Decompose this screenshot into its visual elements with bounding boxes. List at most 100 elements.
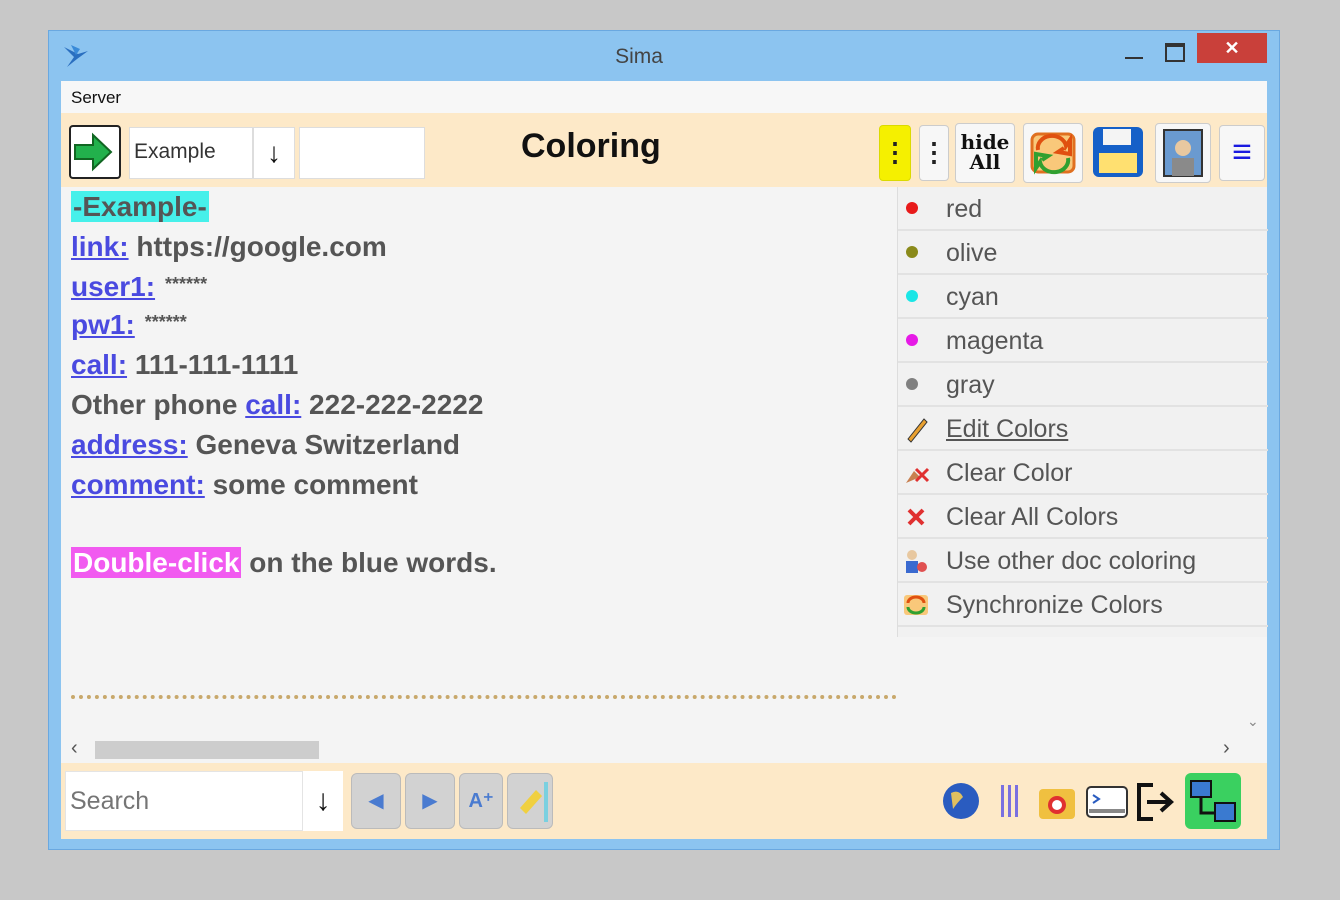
menu-item-label: Synchronize Colors bbox=[946, 591, 1163, 619]
alarm-folder-icon[interactable] bbox=[1033, 773, 1081, 829]
font-size-button[interactable]: A⁺ bbox=[459, 773, 503, 829]
doc-heading: -Example- bbox=[71, 191, 209, 222]
dotted-divider bbox=[71, 695, 897, 699]
network-icon[interactable] bbox=[1185, 773, 1241, 829]
menu-server[interactable]: Server bbox=[71, 88, 121, 108]
user-label[interactable]: user1: bbox=[71, 271, 155, 302]
enter-button[interactable] bbox=[69, 125, 121, 179]
exit-icon[interactable] bbox=[1131, 773, 1179, 829]
scroll-thumb[interactable] bbox=[95, 741, 319, 759]
user-line: user1: ****** bbox=[71, 271, 207, 303]
next-button[interactable]: ▶ bbox=[405, 773, 455, 829]
maximize-button[interactable] bbox=[1159, 39, 1189, 63]
gray-dot-icon bbox=[906, 378, 918, 390]
bottom-toolbar: ↓ ◀ ▶ A⁺ bbox=[61, 763, 1267, 839]
menu-item-label: Use other doc coloring bbox=[946, 547, 1197, 575]
red-dot-icon bbox=[906, 202, 918, 214]
pw-value: ****** bbox=[144, 312, 187, 332]
comment-label[interactable]: comment: bbox=[71, 469, 205, 500]
close-button[interactable]: ✕ bbox=[1197, 33, 1267, 63]
brush-x-icon bbox=[906, 467, 930, 483]
menu-item-label: Clear Color bbox=[946, 459, 1073, 487]
scroll-right-arrow[interactable]: › bbox=[1223, 737, 1230, 760]
menu-item-olive[interactable]: olive bbox=[898, 231, 1268, 275]
menu-item-label: gray bbox=[946, 371, 995, 399]
hide-all-line1: hide bbox=[960, 130, 1010, 154]
link-value: https://google.com bbox=[136, 231, 387, 262]
menu-item-synchronize-colors[interactable]: Synchronize Colors bbox=[898, 583, 1268, 627]
terminal-icon[interactable] bbox=[1083, 773, 1131, 829]
magenta-dot-icon bbox=[906, 334, 918, 346]
minimize-button[interactable] bbox=[1119, 43, 1149, 67]
cyan-dot-icon bbox=[906, 290, 918, 302]
color-menu-button[interactable]: ⋮ bbox=[879, 125, 911, 181]
document-view: -Example- link: https://google.com user1… bbox=[61, 187, 897, 699]
client-area: Server Example ↓ Coloring ⋮ ⋮ hide All ≡… bbox=[61, 81, 1268, 839]
globe-icon[interactable] bbox=[937, 773, 985, 829]
menu-item-gray[interactable]: gray bbox=[898, 363, 1268, 407]
pencil-icon bbox=[907, 418, 928, 443]
person-portrait-icon bbox=[1163, 129, 1203, 177]
previous-button[interactable]: ◀ bbox=[351, 773, 401, 829]
sync-icon bbox=[904, 595, 928, 615]
user-value: ****** bbox=[165, 274, 208, 294]
comment-line: comment: some comment bbox=[71, 469, 418, 501]
page-title: Coloring bbox=[521, 127, 661, 165]
address-line: address: Geneva Switzerland bbox=[71, 429, 460, 461]
menu-item-clear-all-colors[interactable]: Clear All Colors bbox=[898, 495, 1268, 539]
scroll-left-arrow[interactable]: ‹ bbox=[71, 737, 78, 760]
other-phone-line: Other phone call: 222-222-2222 bbox=[71, 389, 483, 421]
call-value: 111-111-1111 bbox=[134, 349, 299, 380]
highlighter-button[interactable] bbox=[507, 773, 553, 829]
columns-icon[interactable] bbox=[993, 773, 1027, 829]
app-window: Sima ✕ Server Example ↓ Coloring ⋮ ⋮ hid… bbox=[48, 30, 1280, 850]
toolbar: Example ↓ Coloring ⋮ ⋮ hide All ≡ bbox=[61, 113, 1267, 187]
more-options-button[interactable]: ⋮ bbox=[919, 125, 949, 181]
menu-item-label: Clear All Colors bbox=[946, 503, 1119, 531]
title-bar[interactable]: Sima ✕ bbox=[49, 31, 1279, 81]
menu-item-magenta[interactable]: magenta bbox=[898, 319, 1268, 363]
address-label[interactable]: address: bbox=[71, 429, 188, 460]
color-dropdown-menu: red olive cyan magenta gray Edit Colors … bbox=[897, 187, 1268, 637]
call-label[interactable]: call: bbox=[71, 349, 127, 380]
horizontal-scrollbar[interactable]: ‹ › bbox=[61, 737, 1251, 763]
window-title: Sima bbox=[615, 45, 663, 68]
menu-item-label: olive bbox=[946, 239, 998, 267]
pw-label[interactable]: pw1: bbox=[71, 309, 135, 340]
doc-heading-line: -Example- bbox=[71, 191, 209, 223]
call2-value: 222-222-2222 bbox=[309, 389, 484, 420]
call-line: call: 111-111-1111 bbox=[71, 349, 298, 381]
save-button[interactable] bbox=[1089, 121, 1149, 183]
link-line: link: https://google.com bbox=[71, 231, 387, 263]
hide-all-button[interactable]: hide All bbox=[955, 123, 1015, 183]
sync-icon bbox=[1030, 132, 1076, 175]
call2-label[interactable]: call: bbox=[245, 389, 301, 420]
address-value: Geneva Switzerland bbox=[195, 429, 461, 460]
menu-item-label: red bbox=[946, 195, 983, 223]
menu-item-red[interactable]: red bbox=[898, 187, 1268, 231]
doc-select[interactable]: Example bbox=[129, 127, 253, 179]
other-phone-prefix: Other phone bbox=[71, 389, 238, 420]
search-dropdown-button[interactable]: ↓ bbox=[303, 771, 343, 831]
doc-select-dropdown-button[interactable]: ↓ bbox=[253, 127, 295, 179]
pw-line: pw1: ****** bbox=[71, 309, 187, 341]
menu-item-label: magenta bbox=[946, 327, 1044, 355]
hamburger-menu-button[interactable]: ≡ bbox=[1219, 125, 1265, 181]
doc-input[interactable] bbox=[299, 127, 425, 179]
profile-button[interactable] bbox=[1155, 123, 1211, 183]
link-label[interactable]: link: bbox=[71, 231, 129, 262]
instruction-highlight: Double-click bbox=[71, 547, 242, 578]
vertical-scroll-down[interactable]: ⌄ bbox=[1247, 713, 1259, 730]
search-input[interactable] bbox=[65, 771, 303, 831]
olive-dot-icon bbox=[906, 246, 918, 258]
menu-item-cyan[interactable]: cyan bbox=[898, 275, 1268, 319]
menu-item-edit-colors[interactable]: Edit Colors bbox=[898, 407, 1268, 451]
menu-item-use-other-doc-coloring[interactable]: Use other doc coloring bbox=[898, 539, 1268, 583]
x-icon bbox=[907, 508, 925, 526]
sync-button[interactable] bbox=[1023, 123, 1083, 183]
menu-item-label: cyan bbox=[946, 283, 999, 311]
hide-all-line2: All bbox=[969, 150, 1001, 174]
menu-item-label: Edit Colors bbox=[946, 415, 1069, 443]
instruction-text: on the blue words. bbox=[249, 547, 497, 578]
menu-item-clear-color[interactable]: Clear Color bbox=[898, 451, 1268, 495]
